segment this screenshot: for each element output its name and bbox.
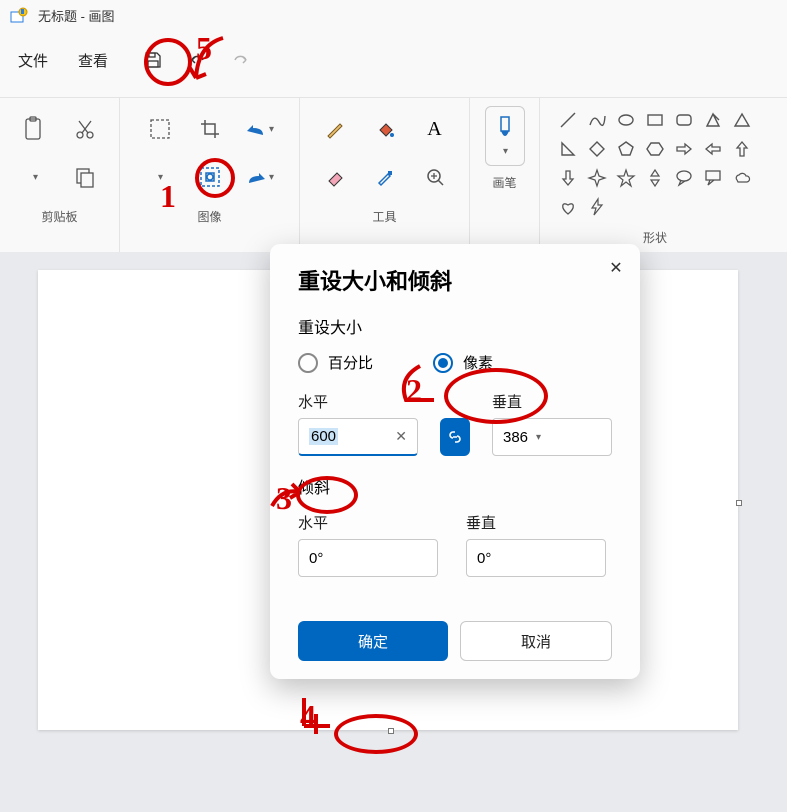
crop-button[interactable] [186, 106, 234, 152]
cancel-button[interactable]: 取消 [460, 621, 612, 661]
shape-arrow-left[interactable] [699, 135, 727, 163]
eraser-tool[interactable] [311, 154, 359, 200]
shapes-group-label: 形状 [643, 229, 667, 246]
save-button[interactable] [132, 39, 174, 81]
vertical-label: 垂直 [492, 391, 612, 412]
radio-percent[interactable]: 百分比 [298, 352, 373, 373]
maintain-aspect-button[interactable] [440, 418, 470, 456]
shape-lightning[interactable] [583, 193, 611, 221]
ribbon: ▾ 剪贴板 ▾ ▾ ▾ 图像 [0, 97, 787, 252]
clipboard-group-label: 剪贴板 [41, 208, 77, 225]
paste-dropdown[interactable]: ▾ [11, 154, 59, 200]
shape-line[interactable] [554, 106, 582, 134]
shapes-palette[interactable] [554, 106, 756, 221]
shape-arrow-up[interactable] [728, 135, 756, 163]
vertical-value: 386 [503, 429, 528, 446]
app-icon [10, 7, 28, 25]
shape-cloud[interactable] [728, 164, 756, 192]
radio-icon [298, 353, 318, 373]
percent-label: 百分比 [328, 352, 373, 373]
shape-roundrect[interactable] [670, 106, 698, 134]
shape-right-triangle[interactable] [554, 135, 582, 163]
menu-bar: 文件 查看 [0, 31, 787, 97]
shape-pentagon[interactable] [612, 135, 640, 163]
shape-diamond[interactable] [583, 135, 611, 163]
skew-vertical-label: 垂直 [466, 512, 612, 533]
shape-arrow-right[interactable] [670, 135, 698, 163]
shape-callout-rect[interactable] [699, 164, 727, 192]
flip-button[interactable]: ▾ [236, 154, 284, 200]
shape-5star[interactable] [612, 164, 640, 192]
shape-polygon[interactable] [699, 106, 727, 134]
image-group-label: 图像 [197, 208, 221, 225]
resize-section-label: 重设大小 [298, 314, 612, 338]
rotate-button[interactable]: ▾ [236, 106, 284, 152]
shape-rect[interactable] [641, 106, 669, 134]
brushes-group-label: 画笔 [492, 174, 516, 191]
horizontal-label: 水平 [298, 391, 418, 412]
resize-skew-dialog: ✕ 重设大小和倾斜 重设大小 百分比 像素 水平 600 ✕ [270, 244, 640, 679]
shape-6star[interactable] [641, 164, 669, 192]
shape-curve[interactable] [583, 106, 611, 134]
skew-v-value: 0° [477, 550, 491, 567]
horizontal-value: 600 [309, 428, 338, 445]
paste-button[interactable] [11, 106, 59, 152]
shape-4star[interactable] [583, 164, 611, 192]
pixels-label: 像素 [463, 352, 493, 373]
shape-oval[interactable] [612, 106, 640, 134]
skew-section-label: 倾斜 [298, 474, 612, 498]
ok-button[interactable]: 确定 [298, 621, 448, 661]
pencil-tool[interactable] [311, 106, 359, 152]
shape-callout-round[interactable] [670, 164, 698, 192]
brush-button[interactable]: ▾ [485, 106, 525, 166]
dialog-close-button[interactable]: ✕ [600, 252, 632, 284]
text-tool[interactable]: A [411, 106, 459, 152]
chevron-down-icon[interactable]: ▾ [536, 432, 541, 443]
copy-button[interactable] [61, 154, 109, 200]
select-dropdown[interactable]: ▾ [136, 154, 184, 200]
undo-button[interactable] [176, 39, 218, 81]
redo-button[interactable] [220, 39, 262, 81]
horizontal-input[interactable]: 600 ✕ [298, 418, 418, 456]
shape-arrow-down[interactable] [554, 164, 582, 192]
radio-pixels[interactable]: 像素 [433, 352, 493, 373]
fill-tool[interactable] [361, 106, 409, 152]
shape-heart[interactable] [554, 193, 582, 221]
cut-button[interactable] [61, 106, 109, 152]
picker-tool[interactable] [361, 154, 409, 200]
radio-icon-checked [433, 353, 453, 373]
magnifier-tool[interactable] [411, 154, 459, 200]
shape-triangle[interactable] [728, 106, 756, 134]
skew-horizontal-label: 水平 [298, 512, 444, 533]
skew-horizontal-input[interactable]: 0° [298, 539, 438, 577]
title-bar: 无标题 - 画图 [0, 0, 787, 31]
dialog-title: 重设大小和倾斜 [298, 264, 612, 296]
window-title: 无标题 - 画图 [38, 6, 115, 25]
shape-hexagon[interactable] [641, 135, 669, 163]
resize-button[interactable] [186, 154, 234, 200]
clear-icon[interactable]: ✕ [395, 428, 407, 445]
tools-group-label: 工具 [372, 208, 396, 225]
skew-vertical-input[interactable]: 0° [466, 539, 606, 577]
menu-view[interactable]: 查看 [64, 44, 122, 77]
select-button[interactable] [136, 106, 184, 152]
vertical-input[interactable]: 386 ▾ [492, 418, 612, 456]
chevron-down-icon: ▾ [503, 146, 508, 157]
skew-h-value: 0° [309, 550, 323, 567]
menu-file[interactable]: 文件 [4, 44, 62, 77]
